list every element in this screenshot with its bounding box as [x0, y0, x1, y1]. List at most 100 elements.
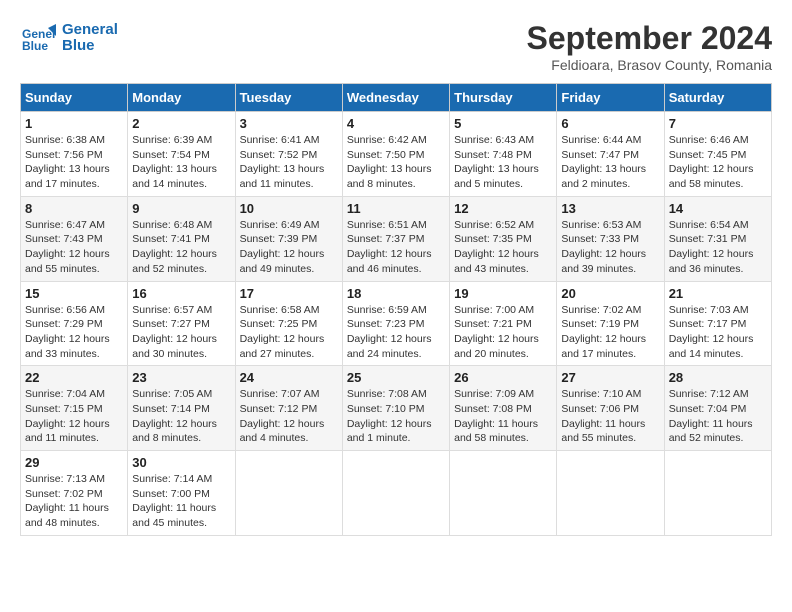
day-info: Sunrise: 7:12 AMSunset: 7:04 PMDaylight:…	[669, 387, 767, 446]
day-info: Sunrise: 6:57 AMSunset: 7:27 PMDaylight:…	[132, 303, 230, 362]
day-number: 29	[25, 455, 123, 470]
day-info: Sunrise: 7:03 AMSunset: 7:17 PMDaylight:…	[669, 303, 767, 362]
day-number: 5	[454, 116, 552, 131]
day-number: 18	[347, 286, 445, 301]
calendar-cell	[342, 451, 449, 536]
month-title: September 2024	[527, 20, 772, 57]
day-info: Sunrise: 6:41 AMSunset: 7:52 PMDaylight:…	[240, 133, 338, 192]
day-number: 12	[454, 201, 552, 216]
calendar-cell: 28 Sunrise: 7:12 AMSunset: 7:04 PMDayligh…	[664, 366, 771, 451]
calendar-cell: 10Sunrise: 6:49 AMSunset: 7:39 PMDayligh…	[235, 196, 342, 281]
svg-text:Blue: Blue	[22, 39, 48, 53]
calendar-cell: 13Sunrise: 6:53 AMSunset: 7:33 PMDayligh…	[557, 196, 664, 281]
day-number: 11	[347, 201, 445, 216]
calendar-week-5: 29Sunrise: 7:13 AMSunset: 7:02 PMDayligh…	[21, 451, 772, 536]
day-number: 15	[25, 286, 123, 301]
location-title: Feldioara, Brasov County, Romania	[527, 57, 772, 73]
page-header: General Blue General Blue September 2024…	[20, 20, 772, 73]
logo-icon: General Blue	[20, 20, 56, 56]
day-info: Sunrise: 7:02 AMSunset: 7:19 PMDaylight:…	[561, 303, 659, 362]
calendar-body: 1 Sunrise: 6:38 AMSunset: 7:56 PMDaylight…	[21, 112, 772, 536]
calendar-week-4: 22Sunrise: 7:04 AMSunset: 7:15 PMDayligh…	[21, 366, 772, 451]
day-number: 14	[669, 201, 767, 216]
calendar-cell: 27 Sunrise: 7:10 AMSunset: 7:06 PMDayligh…	[557, 366, 664, 451]
weekday-saturday: Saturday	[664, 84, 771, 112]
calendar-cell: 16 Sunrise: 6:57 AMSunset: 7:27 PMDayligh…	[128, 281, 235, 366]
calendar-week-3: 15 Sunrise: 6:56 AMSunset: 7:29 PMDayligh…	[21, 281, 772, 366]
day-info: Sunrise: 6:46 AMSunset: 7:45 PMDaylight:…	[669, 133, 767, 192]
calendar-cell: 20 Sunrise: 7:02 AMSunset: 7:19 PMDayligh…	[557, 281, 664, 366]
weekday-thursday: Thursday	[450, 84, 557, 112]
day-info: Sunrise: 6:43 AMSunset: 7:48 PMDaylight:…	[454, 133, 552, 192]
day-info: Sunrise: 6:56 AMSunset: 7:29 PMDaylight:…	[25, 303, 123, 362]
day-number: 1	[25, 116, 123, 131]
day-number: 20	[561, 286, 659, 301]
calendar-cell: 29Sunrise: 7:13 AMSunset: 7:02 PMDayligh…	[21, 451, 128, 536]
day-info: Sunrise: 7:07 AMSunset: 7:12 PMDaylight:…	[240, 387, 338, 446]
weekday-header-row: SundayMondayTuesdayWednesdayThursdayFrid…	[21, 84, 772, 112]
day-number: 3	[240, 116, 338, 131]
day-info: Sunrise: 6:59 AMSunset: 7:23 PMDaylight:…	[347, 303, 445, 362]
day-number: 22	[25, 370, 123, 385]
day-info: Sunrise: 7:09 AMSunset: 7:08 PMDaylight:…	[454, 387, 552, 446]
day-number: 26	[454, 370, 552, 385]
calendar-cell: 14 Sunrise: 6:54 AMSunset: 7:31 PMDayligh…	[664, 196, 771, 281]
weekday-wednesday: Wednesday	[342, 84, 449, 112]
calendar-cell	[557, 451, 664, 536]
calendar-cell	[450, 451, 557, 536]
calendar-cell: 3 Sunrise: 6:41 AMSunset: 7:52 PMDaylight…	[235, 112, 342, 197]
calendar-cell: 7 Sunrise: 6:46 AMSunset: 7:45 PMDaylight…	[664, 112, 771, 197]
calendar-cell	[235, 451, 342, 536]
day-info: Sunrise: 6:38 AMSunset: 7:56 PMDaylight:…	[25, 133, 123, 192]
day-number: 27	[561, 370, 659, 385]
calendar-cell: 26 Sunrise: 7:09 AMSunset: 7:08 PMDayligh…	[450, 366, 557, 451]
calendar-cell: 17Sunrise: 6:58 AMSunset: 7:25 PMDayligh…	[235, 281, 342, 366]
calendar-cell: 25 Sunrise: 7:08 AMSunset: 7:10 PMDayligh…	[342, 366, 449, 451]
logo-line1: General	[62, 22, 118, 39]
day-number: 28	[669, 370, 767, 385]
day-info: Sunrise: 6:54 AMSunset: 7:31 PMDaylight:…	[669, 218, 767, 277]
day-number: 25	[347, 370, 445, 385]
calendar-cell	[664, 451, 771, 536]
calendar-cell: 2 Sunrise: 6:39 AMSunset: 7:54 PMDaylight…	[128, 112, 235, 197]
calendar-cell: 18 Sunrise: 6:59 AMSunset: 7:23 PMDayligh…	[342, 281, 449, 366]
calendar-cell: 30Sunrise: 7:14 AMSunset: 7:00 PMDayligh…	[128, 451, 235, 536]
logo: General Blue General Blue	[20, 20, 118, 56]
day-info: Sunrise: 6:48 AMSunset: 7:41 PMDaylight:…	[132, 218, 230, 277]
calendar-cell: 21 Sunrise: 7:03 AMSunset: 7:17 PMDayligh…	[664, 281, 771, 366]
day-number: 8	[25, 201, 123, 216]
calendar-cell: 12Sunrise: 6:52 AMSunset: 7:35 PMDayligh…	[450, 196, 557, 281]
day-info: Sunrise: 7:10 AMSunset: 7:06 PMDaylight:…	[561, 387, 659, 446]
calendar-cell: 11 Sunrise: 6:51 AMSunset: 7:37 PMDayligh…	[342, 196, 449, 281]
day-info: Sunrise: 6:47 AMSunset: 7:43 PMDaylight:…	[25, 218, 123, 277]
title-block: September 2024 Feldioara, Brasov County,…	[527, 20, 772, 73]
day-number: 21	[669, 286, 767, 301]
calendar-cell: 15 Sunrise: 6:56 AMSunset: 7:29 PMDayligh…	[21, 281, 128, 366]
day-number: 23	[132, 370, 230, 385]
day-number: 17	[240, 286, 338, 301]
day-number: 2	[132, 116, 230, 131]
calendar-cell: 9 Sunrise: 6:48 AMSunset: 7:41 PMDaylight…	[128, 196, 235, 281]
calendar-cell: 24 Sunrise: 7:07 AMSunset: 7:12 PMDayligh…	[235, 366, 342, 451]
weekday-monday: Monday	[128, 84, 235, 112]
day-number: 16	[132, 286, 230, 301]
calendar-cell: 23 Sunrise: 7:05 AMSunset: 7:14 PMDayligh…	[128, 366, 235, 451]
calendar-cell: 4 Sunrise: 6:42 AMSunset: 7:50 PMDaylight…	[342, 112, 449, 197]
day-number: 7	[669, 116, 767, 131]
calendar-cell: 1 Sunrise: 6:38 AMSunset: 7:56 PMDaylight…	[21, 112, 128, 197]
day-number: 24	[240, 370, 338, 385]
calendar-table: SundayMondayTuesdayWednesdayThursdayFrid…	[20, 83, 772, 536]
logo-line2: Blue	[62, 38, 118, 55]
day-info: Sunrise: 6:42 AMSunset: 7:50 PMDaylight:…	[347, 133, 445, 192]
day-info: Sunrise: 6:44 AMSunset: 7:47 PMDaylight:…	[561, 133, 659, 192]
day-info: Sunrise: 6:51 AMSunset: 7:37 PMDaylight:…	[347, 218, 445, 277]
day-info: Sunrise: 7:05 AMSunset: 7:14 PMDaylight:…	[132, 387, 230, 446]
calendar-cell: 19Sunrise: 7:00 AMSunset: 7:21 PMDayligh…	[450, 281, 557, 366]
calendar-cell: 6Sunrise: 6:44 AMSunset: 7:47 PMDaylight…	[557, 112, 664, 197]
day-info: Sunrise: 6:39 AMSunset: 7:54 PMDaylight:…	[132, 133, 230, 192]
day-number: 4	[347, 116, 445, 131]
day-info: Sunrise: 7:08 AMSunset: 7:10 PMDaylight:…	[347, 387, 445, 446]
day-number: 9	[132, 201, 230, 216]
calendar-cell: 22Sunrise: 7:04 AMSunset: 7:15 PMDayligh…	[21, 366, 128, 451]
day-number: 30	[132, 455, 230, 470]
